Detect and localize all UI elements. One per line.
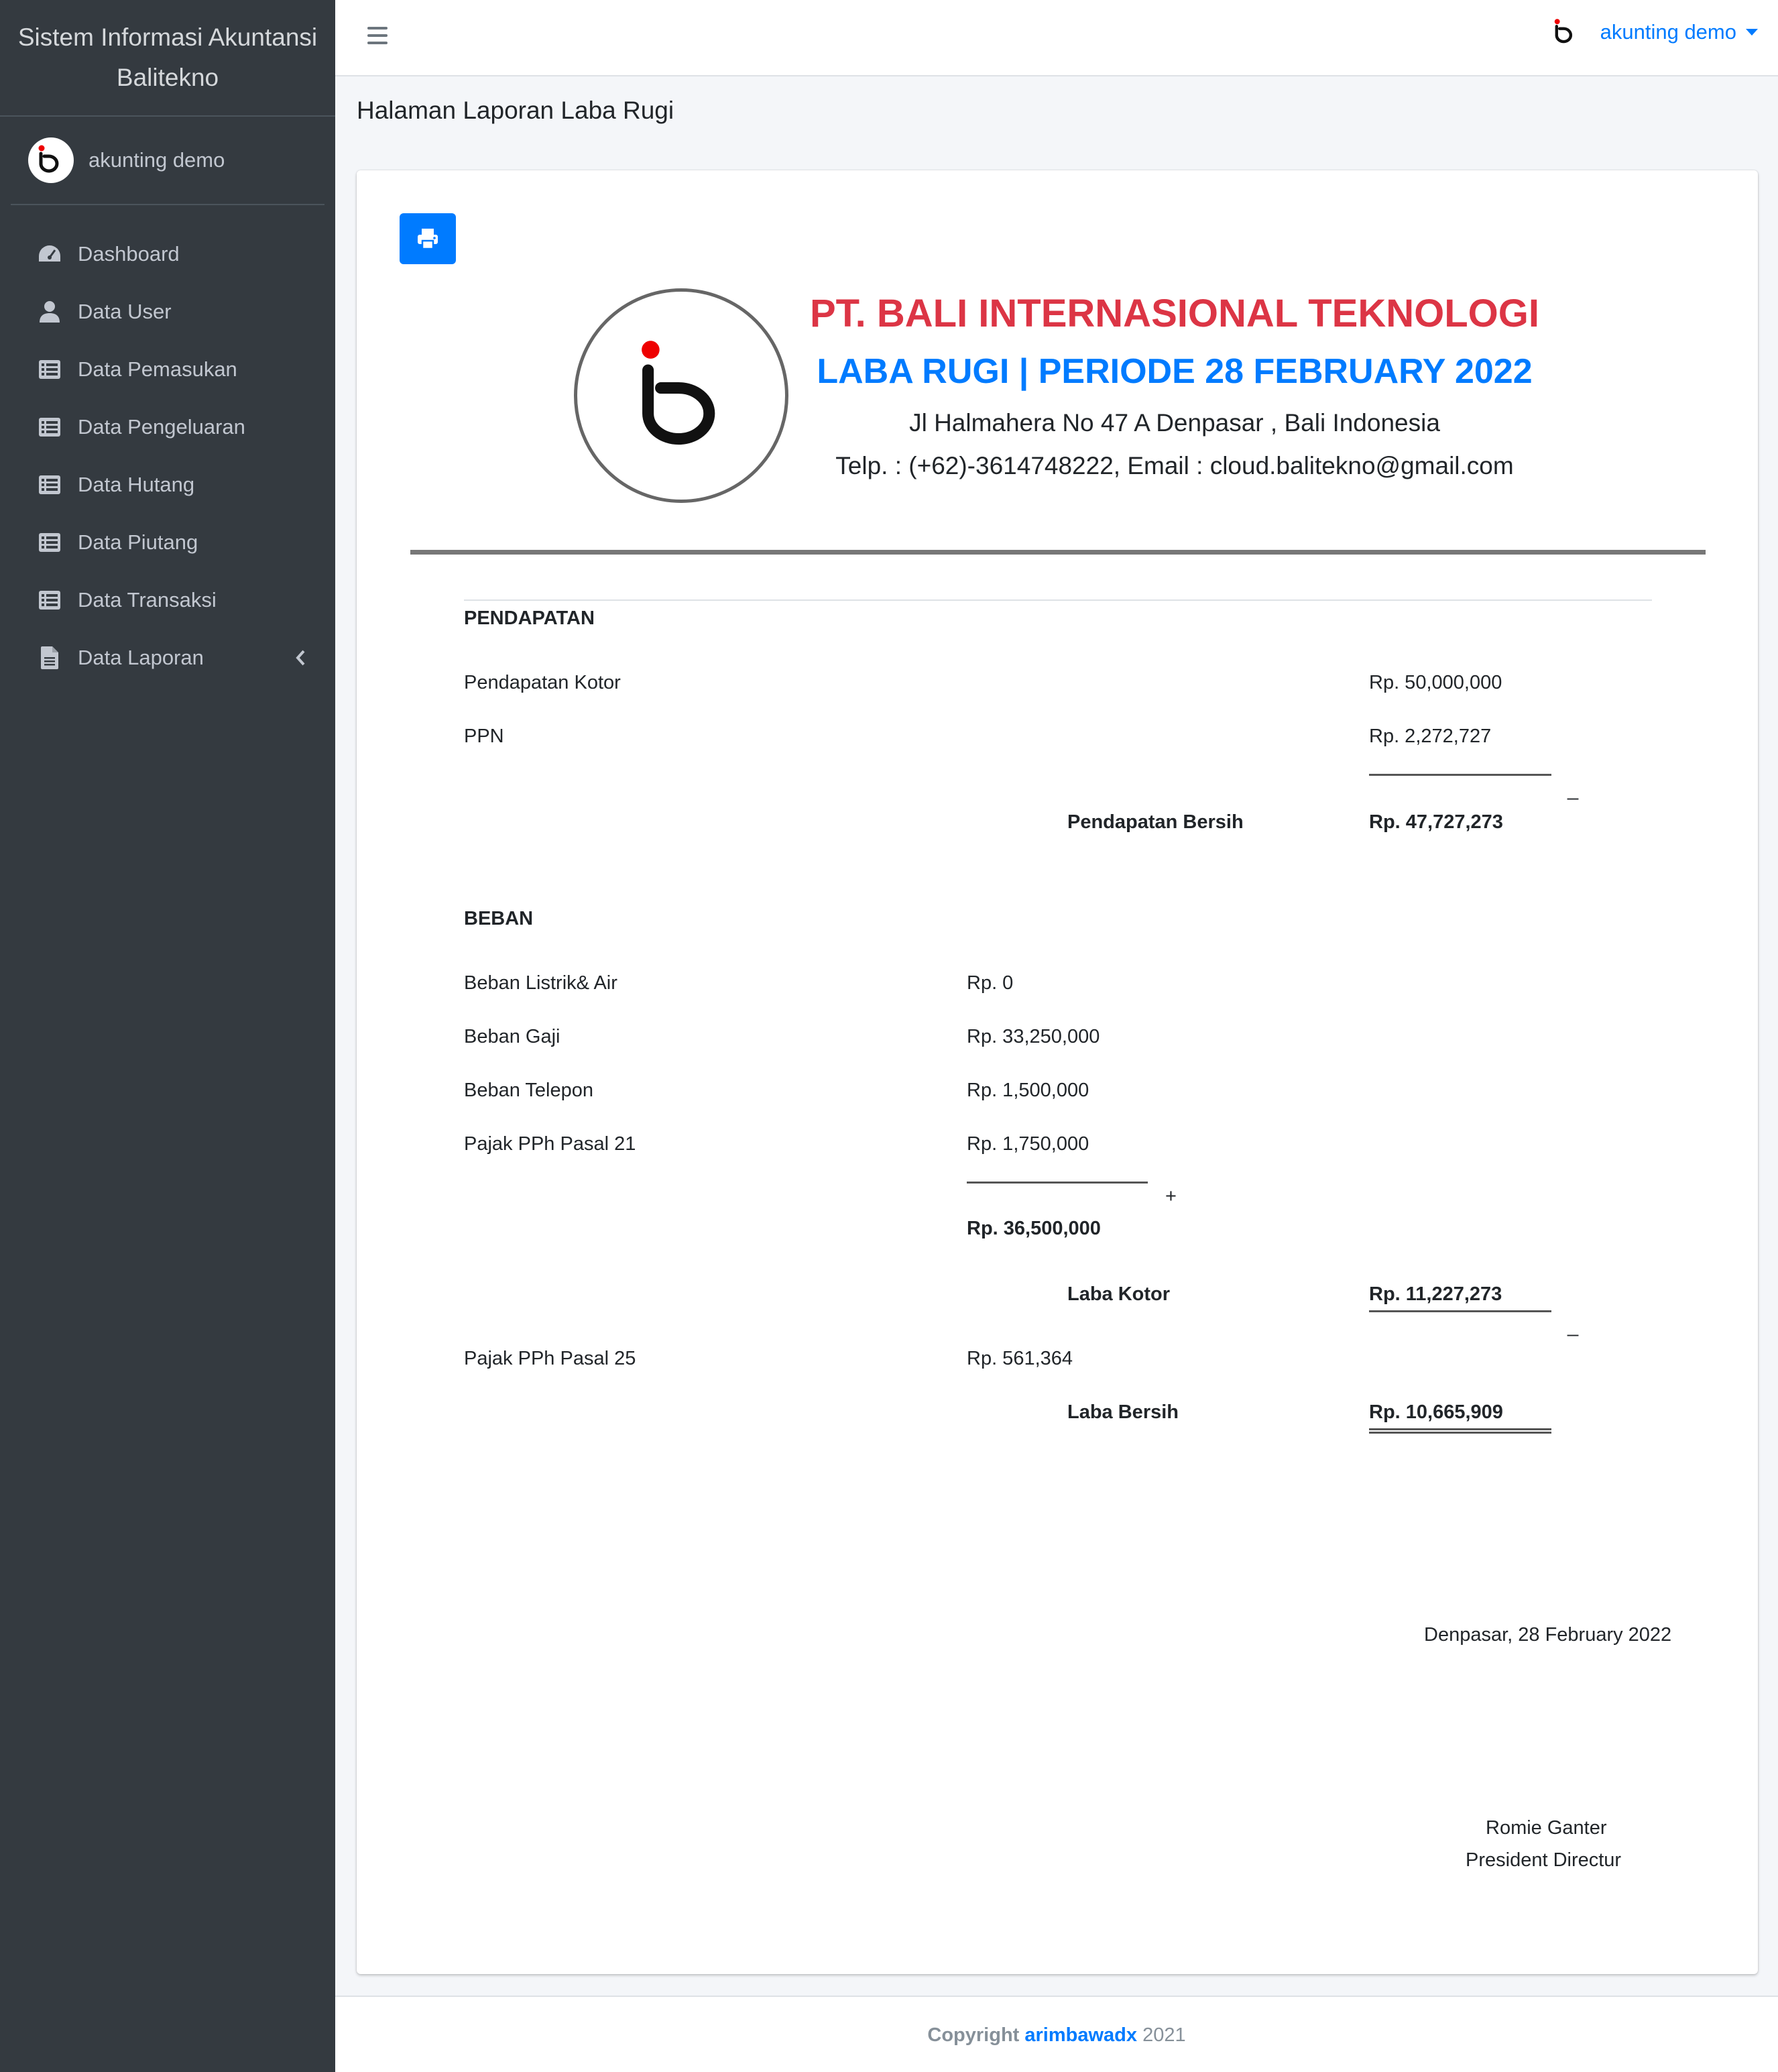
sidebar-item-data-hutang[interactable]: Data Hutang (0, 456, 335, 514)
minus-sign: _ (1567, 1316, 1579, 1337)
sidebar-item-data-user[interactable]: Data User (0, 283, 335, 341)
user-icon (38, 300, 62, 324)
sidebar-item-label: Data User (78, 300, 172, 323)
vat-label: PPN (464, 726, 504, 747)
company-name: PT. BALI INTERNASIONAL TEKNOLOGI (809, 292, 1540, 335)
balitekno-logo-icon (642, 341, 715, 445)
sidebar-item-data-pemasukan[interactable]: Data Pemasukan (0, 341, 335, 398)
net-income-label: Pendapatan Bersih (1067, 811, 1244, 833)
sidebar-item-label: Data Piutang (78, 530, 198, 554)
sidebar-item-data-piutang[interactable]: Data Piutang (0, 514, 335, 571)
income-section-title: PENDAPATAN (464, 608, 595, 629)
expense-subtotal-line (967, 1182, 1148, 1184)
net-profit-value: Rp. 10,665,909 (1369, 1401, 1503, 1423)
net-income-value: Rp. 47,727,273 (1369, 811, 1503, 833)
print-button[interactable] (400, 213, 456, 264)
vat-value: Rp. 2,272,727 (1369, 726, 1492, 747)
sidebar-item-dashboard[interactable]: Dashboard (0, 225, 335, 283)
sidebar: Sistem Informasi Akuntansi Balitekno aku… (0, 0, 335, 2072)
brand-link[interactable]: Sistem Informasi Akuntansi Balitekno (0, 0, 335, 117)
top-navbar: akunting demo (335, 0, 1778, 76)
navbar-user-name: akunting demo (1600, 20, 1736, 44)
subtotal-line (1369, 774, 1551, 776)
gross-profit-underline (1369, 1310, 1551, 1312)
footer: Copyright arimbawadx 2021 (335, 1996, 1778, 2072)
sidebar-item-label: Data Pemasukan (78, 357, 237, 381)
expense-label: Beban Listrik& Air (464, 972, 617, 994)
balitekno-logo-icon (1554, 19, 1572, 44)
expense-value: Rp. 33,250,000 (967, 1026, 1100, 1047)
plus-sign: + (1165, 1186, 1177, 1207)
signer-name: Romie Ganter (1486, 1817, 1607, 1839)
sidebar-item-label: Data Hutang (78, 473, 195, 496)
expense-label: Beban Gaji (464, 1026, 560, 1047)
company-address: Jl Halmahera No 47 A Denpasar , Bali Ind… (909, 409, 1440, 437)
net-profit-double-underline (1369, 1428, 1551, 1434)
company-contact: Telp. : (+62)-3614748222, Email : cloud.… (835, 452, 1514, 479)
copyright-year: 2021 (1142, 2024, 1186, 2046)
sidebar-menu: Dashboard Data User Data Pemasukan Data … (0, 225, 335, 687)
net-profit-label: Laba Bersih (1067, 1401, 1179, 1423)
report-period: LABA RUGI | PERIODE 28 FEBRUARY 2022 (817, 352, 1533, 391)
header-divider (410, 550, 1706, 555)
sidebar-item-label: Data Transaksi (78, 588, 217, 612)
page-title: Halaman Laporan Laba Rugi (357, 97, 674, 124)
sidebar-item-label: Data Pengeluaran (78, 415, 245, 439)
gross-profit-value: Rp. 11,227,273 (1369, 1283, 1502, 1305)
gross-profit-label: Laba Kotor (1067, 1283, 1171, 1305)
sidebar-item-label: Dashboard (78, 242, 180, 266)
balitekno-logo-icon (38, 145, 59, 173)
print-icon (418, 229, 438, 250)
user-panel[interactable]: akunting demo (11, 117, 324, 205)
report-card: PT. BALI INTERNASIONAL TEKNOLOGI LABA RU… (357, 170, 1758, 1974)
user-dropdown[interactable]: akunting demo (1551, 17, 1758, 47)
table-divider (464, 599, 1652, 601)
brand-title-line1: Sistem Informasi Akuntansi (17, 23, 318, 51)
expense-value: Rp. 0 (967, 972, 1014, 994)
expense-value: Rp. 1,750,000 (967, 1133, 1089, 1155)
menu-toggle-icon[interactable] (367, 27, 388, 47)
gross-income-label: Pendapatan Kotor (464, 672, 621, 693)
sidebar-item-label: Data Laporan (78, 646, 204, 669)
list-icon (38, 473, 62, 497)
expense-total-value: Rp. 36,500,000 (967, 1218, 1101, 1239)
avatar (28, 137, 74, 183)
signer-title: President Directur (1466, 1849, 1622, 1871)
caret-down-icon (1746, 29, 1758, 36)
chevron-left-icon (295, 648, 306, 672)
file-icon (38, 646, 62, 670)
minus-sign: _ (1567, 779, 1579, 801)
expense-section-title: BEBAN (464, 908, 534, 929)
tachometer-icon (38, 242, 62, 266)
author-link[interactable]: arimbawadx (1024, 2024, 1137, 2046)
brand-title-line2: Balitekno (116, 64, 219, 91)
expense-value: Rp. 1,500,000 (967, 1080, 1089, 1101)
sidebar-item-data-pengeluaran[interactable]: Data Pengeluaran (0, 398, 335, 456)
gross-income-value: Rp. 50,000,000 (1369, 672, 1502, 693)
place-date: Denpasar, 28 February 2022 (1424, 1624, 1672, 1646)
sidebar-item-data-transaksi[interactable]: Data Transaksi (0, 571, 335, 629)
list-icon (38, 530, 62, 555)
sidebar-user-name: akunting demo (88, 148, 225, 172)
sidebar-item-data-laporan[interactable]: Data Laporan (0, 629, 335, 687)
tax25-value: Rp. 561,364 (967, 1348, 1073, 1369)
copyright-label: Copyright (927, 2024, 1020, 2046)
tax25-label: Pajak PPh Pasal 25 (464, 1348, 636, 1369)
list-icon (38, 415, 62, 439)
list-icon (38, 357, 62, 382)
expense-label: Pajak PPh Pasal 21 (464, 1133, 636, 1155)
company-logo (574, 288, 788, 503)
expense-label: Beban Telepon (464, 1080, 593, 1101)
list-icon (38, 588, 62, 612)
